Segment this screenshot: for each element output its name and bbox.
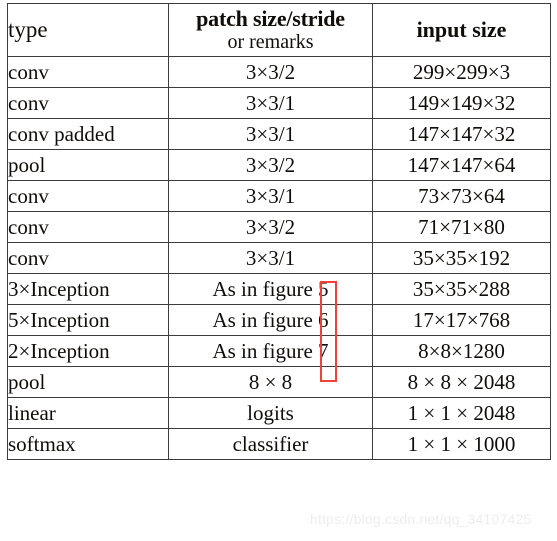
cell-input-size: 1 × 1 × 1000: [372, 428, 551, 460]
network-architecture-table: type patch size/stride or remarks input …: [7, 3, 551, 460]
header-row: type patch size/stride or remarks input …: [7, 3, 551, 57]
cell-patch-size-or-remarks: As in figure 6: [168, 304, 373, 336]
table-body: conv 3×3/2 299×299×3 conv 3×3/1 149×149×32 con…: [7, 56, 551, 460]
cell-patch-size-or-remarks: As in figure 7: [168, 335, 373, 367]
cell-input-size: 147×147×64: [372, 149, 551, 181]
table-row: pool 8 × 88 × 8 × 2048: [7, 366, 551, 398]
table-row: 2×Inception As in figure 7 8×8×1280: [7, 335, 551, 367]
column-header-input-size: input size: [372, 3, 551, 57]
cell-patch-size-or-remarks: 3×3/1: [168, 87, 373, 119]
table-row: 5×Inception As in figure 6 17×17×768: [7, 304, 551, 336]
cell-input-size: 35×35×288: [372, 273, 551, 305]
cell-layer-type: conv: [7, 180, 169, 212]
cell-patch-size-or-remarks: As in figure 5: [168, 273, 373, 305]
figure-number: 7: [318, 338, 329, 363]
table-row: conv padded 3×3/1 147×147×32: [7, 118, 551, 150]
cell-input-size: 73×73×64: [372, 180, 551, 212]
watermark-text: https://blog.csdn.net/qq_34107425: [310, 511, 532, 527]
figure-number: 5: [318, 276, 329, 301]
cell-input-size: 147×147×32: [372, 118, 551, 150]
remark-text: As in figure: [212, 338, 319, 363]
cell-layer-type: softmax: [7, 428, 169, 460]
cell-layer-type: conv: [7, 56, 169, 88]
cell-input-size: 8 × 8 × 2048: [372, 366, 551, 398]
cell-patch-size-or-remarks: 3×3/2: [168, 56, 373, 88]
cell-input-size: 35×35×192: [372, 242, 551, 274]
cell-layer-type: conv padded: [7, 118, 169, 150]
cell-patch-size-or-remarks: 8 × 8: [168, 366, 373, 398]
cell-input-size: 1 × 1 × 2048: [372, 397, 551, 429]
cell-patch-size-or-remarks: 3×3/1: [168, 180, 373, 212]
cell-input-size: 149×149×32: [372, 87, 551, 119]
cell-patch-size-or-remarks: 3×3/1: [168, 242, 373, 274]
table-row: softmax classifier 1 × 1 × 1000: [7, 428, 551, 460]
table-row: conv 3×3/2 299×299×3: [7, 56, 551, 88]
cell-layer-type: linear: [7, 397, 169, 429]
remark-text: As in figure: [212, 276, 319, 301]
table-row: 3×Inception As in figure 5 35×35×288: [7, 273, 551, 305]
cell-layer-type: 2×Inception: [7, 335, 169, 367]
cell-layer-type: pool: [7, 149, 169, 181]
table-row: conv 3×3/1 149×149×32: [7, 87, 551, 119]
column-header-patch-size-sublabel: or remarks: [227, 31, 314, 54]
cell-input-size: 17×17×768: [372, 304, 551, 336]
cell-patch-size-or-remarks: 3×3/1: [168, 118, 373, 150]
cell-input-size: 8×8×1280: [372, 335, 551, 367]
column-header-patch-size-label: patch size/stride: [196, 5, 345, 31]
column-header-patch-size: patch size/stride or remarks: [168, 3, 373, 57]
architecture-table-container: type patch size/stride or remarks input …: [7, 3, 551, 460]
table-row: conv 3×3/1 73×73×64: [7, 180, 551, 212]
cell-layer-type: conv: [7, 87, 169, 119]
cell-layer-type: conv: [7, 211, 169, 243]
table-row: conv 3×3/1 35×35×192: [7, 242, 551, 274]
table-header: type patch size/stride or remarks input …: [7, 3, 551, 57]
remark-text: As in figure: [212, 307, 319, 332]
cell-patch-size-or-remarks: 3×3/2: [168, 149, 373, 181]
table-row: pool 3×3/2 147×147×64: [7, 149, 551, 181]
cell-patch-size-or-remarks: logits: [168, 397, 373, 429]
column-header-type: type: [7, 3, 169, 57]
cell-patch-size-or-remarks: 3×3/2: [168, 211, 373, 243]
cell-layer-type: conv: [7, 242, 169, 274]
cell-layer-type: 3×Inception: [7, 273, 169, 305]
cell-input-size: 299×299×3: [372, 56, 551, 88]
column-header-input-size-label: input size: [416, 17, 507, 42]
cell-input-size: 71×71×80: [372, 211, 551, 243]
figure-number: 6: [318, 307, 329, 332]
cell-patch-size-or-remarks: classifier: [168, 428, 373, 460]
cell-layer-type: pool: [7, 366, 169, 398]
column-header-type-label: type: [8, 17, 48, 42]
table-row: conv 3×3/2 71×71×80: [7, 211, 551, 243]
cell-layer-type: 5×Inception: [7, 304, 169, 336]
table-row: linear logits 1 × 1 × 2048: [7, 397, 551, 429]
